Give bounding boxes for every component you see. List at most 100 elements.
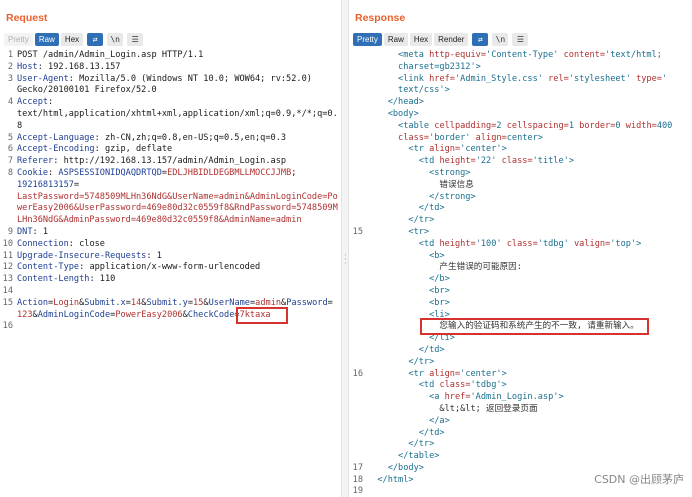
line-number [349, 321, 363, 333]
code-token: < [367, 380, 424, 391]
line-number [349, 97, 363, 109]
line-text: class='border' align=center> [363, 133, 543, 145]
code-token: 产生错误的可能原因: [367, 262, 522, 273]
line-text: Upgrade-Insecure-Requests: 1 [13, 251, 341, 263]
code-token: PowerEasy2006 [115, 309, 183, 320]
code-token: </td> [367, 427, 445, 438]
code-token: 19216813157 [17, 179, 74, 190]
code-line: <body> [349, 109, 692, 121]
code-token: cellspacing= [501, 120, 569, 131]
tab-raw[interactable]: Raw [383, 32, 408, 46]
request-body[interactable]: 1 POST /admin/Admin_Login.asp HTTP/1.1 2 Ho… [0, 50, 341, 333]
code-line: 5 Accept-Language: zh-CN,zh;q=0.8,en-US;q… [0, 133, 341, 145]
code-token: 'text/html; [605, 50, 662, 60]
line-text: <body> [363, 109, 419, 121]
code-token: POST /admin/Admin_Login.asp HTTP/1.1 [17, 50, 204, 60]
code-token: </tr> [367, 356, 435, 367]
code-line: 16 [0, 321, 341, 333]
wrap-icon[interactable]: ⇄ [87, 32, 104, 46]
code-token: : gzip, deflate [94, 144, 173, 155]
line-number [349, 345, 363, 357]
code-token: Gecko/20100101 Firefox/52.0 [17, 85, 157, 96]
code-token: td [423, 156, 435, 167]
code-token: Accept [17, 97, 49, 108]
code-line: 19 [349, 486, 692, 497]
line-text: Accept: [13, 97, 341, 109]
code-token: Submit.y [146, 297, 188, 308]
code-token: <br> [367, 297, 450, 308]
request-toolbar: Pretty Raw Hex ⇄ \n ☰ [4, 32, 144, 46]
line-text: LastPassword=5748509MLHn36NdG&UserName=a… [13, 192, 341, 204]
line-text: Content-Type: application/x-www-form-url… [13, 262, 341, 274]
code-token: </li> [367, 333, 455, 344]
newline-icon[interactable]: \n [107, 32, 124, 46]
line-number: 2 [7, 61, 13, 72]
line-number: 5 [7, 132, 13, 143]
code-line: 8 Cookie: ASPSESSIONIDQAQDRTQD=EDLJHBIDLD… [0, 168, 341, 180]
menu-icon[interactable]: ☰ [127, 32, 144, 46]
code-line: </td> [349, 428, 692, 440]
line-text: Referer: http://192.168.13.157/admin/Adm… [13, 156, 341, 168]
pane-divider[interactable]: · · · [341, 0, 349, 497]
line-text: <tr align='center'> [363, 144, 506, 156]
line-text: <td height='100' class='tdbg' valign='to… [363, 238, 642, 251]
tab-pretty[interactable]: Pretty [4, 32, 33, 46]
tab-hex[interactable]: Hex [60, 32, 84, 46]
code-token: 'Content-Type' [486, 50, 559, 60]
code-line: 14 [0, 286, 341, 298]
code-token: 14 [130, 297, 142, 308]
code-token: User-Agent [17, 73, 69, 84]
line-text: <b> [363, 251, 445, 263]
code-line: </tr> [349, 357, 692, 369]
code-token: : Mozilla/5.0 (Windows NT 10.0; WOW64; r… [68, 73, 312, 84]
menu-icon[interactable]: ☰ [512, 32, 529, 46]
code-token: </tr> [367, 215, 435, 226]
line-number: 11 [2, 250, 13, 261]
code-token: </strong> [367, 191, 476, 202]
line-text: </html> [363, 475, 413, 487]
line-number: 15 [352, 226, 363, 237]
line-number [349, 404, 363, 416]
newline-icon[interactable]: \n [492, 32, 509, 46]
code-token: 'tdbg' [537, 238, 569, 249]
code-token: center [506, 132, 538, 143]
line-text: <td class='tdbg'> [363, 380, 507, 392]
code-token: DNT [17, 226, 33, 237]
line-number [349, 392, 363, 404]
tab-hex[interactable]: Hex [409, 32, 433, 46]
code-token: meta [403, 50, 424, 60]
code-token: ' [661, 73, 668, 84]
code-token: class= [501, 238, 538, 249]
drag-handle-icon[interactable]: · · · [344, 252, 347, 269]
line-text: 错误信息 [363, 180, 473, 192]
line-text: </tr> [363, 357, 434, 369]
line-number: 3 [7, 73, 13, 84]
code-line: 12 Content-Type: application/x-www-form-u… [0, 262, 341, 274]
tab-raw[interactable]: Raw [34, 32, 59, 46]
code-line: </tr> [349, 215, 692, 227]
code-token: EDLJHBIDLDEGBMLLMOCCJJMB [167, 167, 292, 178]
code-line: </table> [349, 451, 692, 463]
tab-pretty[interactable]: Pretty [353, 32, 382, 46]
response-toolbar: Pretty Raw Hex Render ⇄ \n ☰ [353, 32, 529, 46]
line-number: 18 [352, 474, 363, 485]
code-line: text/css'> [349, 85, 692, 97]
code-token: align= [470, 132, 507, 143]
response-body[interactable]: <meta http-equiv='Content-Type' content=… [349, 50, 692, 497]
code-token: Referer [17, 156, 54, 167]
code-token: : 1 [32, 226, 49, 237]
line-number [349, 298, 363, 310]
code-line: <table cellpadding=2 cellspacing=1 borde… [349, 121, 692, 133]
tab-render[interactable]: Render [434, 32, 469, 46]
code-line: 7 Referer: http://192.168.13.157/admin/Ad… [0, 156, 341, 168]
code-line: <td height='100' class='tdbg' valign='to… [349, 239, 692, 251]
code-token: charset=gb2312' [367, 61, 476, 72]
code-line: <td class='tdbg'> [349, 380, 692, 392]
code-token: : 110 [89, 274, 116, 285]
code-token: href= [439, 392, 471, 403]
code-token: : [48, 167, 59, 178]
code-line: <br> [349, 298, 692, 310]
wrap-icon[interactable]: ⇄ [472, 32, 489, 46]
line-text: <table cellpadding=2 cellspacing=1 borde… [363, 121, 672, 133]
code-line: </td> [349, 203, 692, 215]
